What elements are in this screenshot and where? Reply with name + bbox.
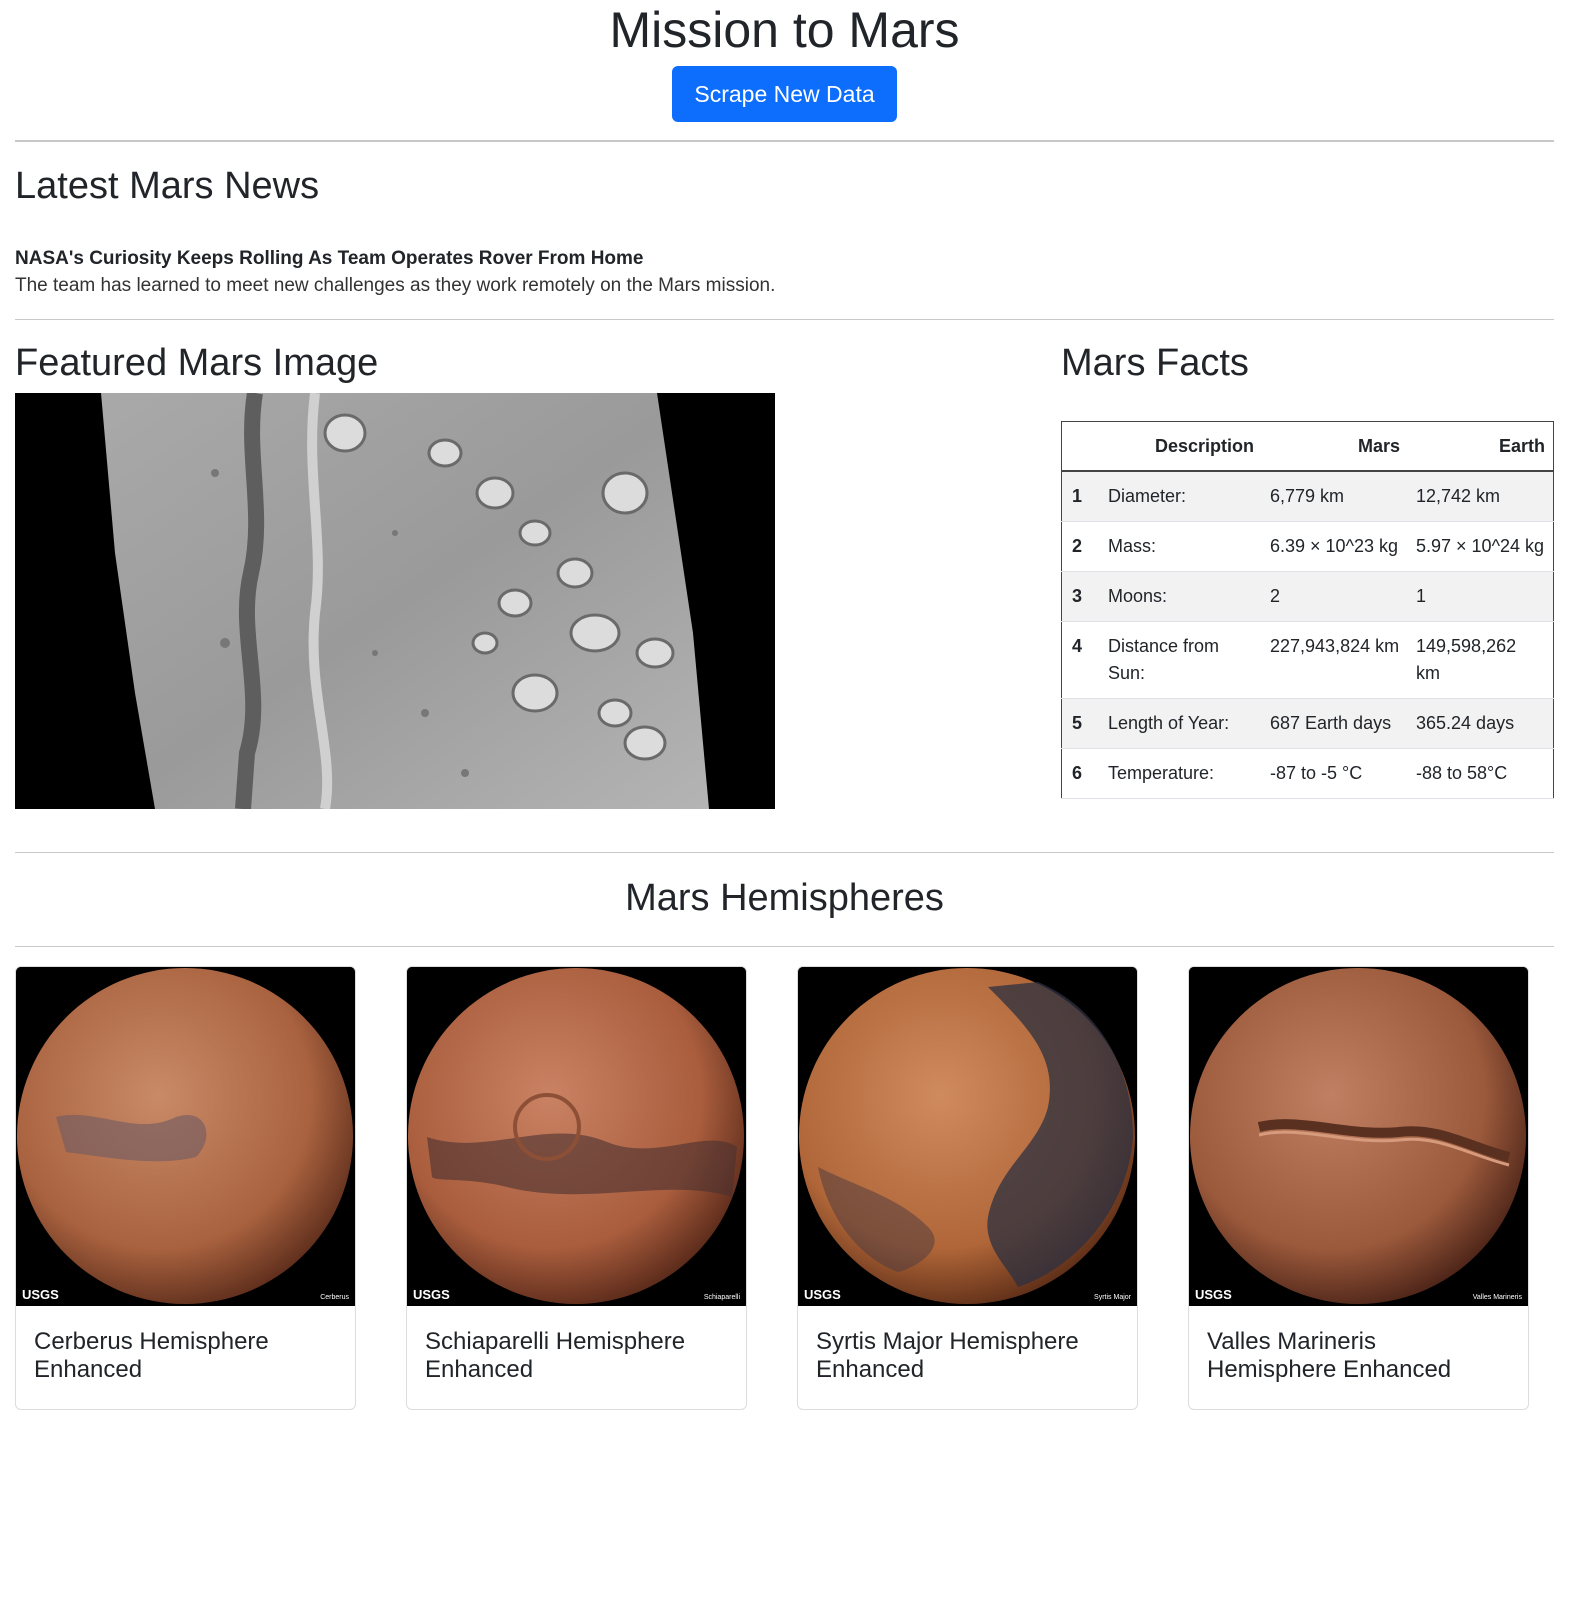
cerberus-hemisphere-image: USGS Cerberus (16, 967, 355, 1306)
divider (15, 140, 1554, 142)
news-title: NASA's Curiosity Keeps Rolling As Team O… (15, 248, 644, 269)
row-description: Mass: (1100, 521, 1262, 572)
row-index: 2 (1061, 521, 1100, 572)
divider (15, 946, 1554, 947)
mars-hemispheres-heading: Mars Hemispheres (625, 877, 944, 919)
hemisphere-image-label: Schiaparelli (704, 1294, 741, 1301)
table-row: 5 Length of Year: 687 Earth days 365.24 … (1061, 698, 1554, 749)
index-header (1061, 421, 1100, 472)
scrape-new-data-button[interactable]: Scrape New Data (672, 66, 897, 122)
syrtis-major-hemisphere-image: USGS Syrtis Major (798, 967, 1137, 1306)
featured-mars-image (15, 393, 775, 809)
table-row: 6 Temperature: -87 to -5 °C -88 to 58°C (1061, 748, 1554, 799)
row-mars-value: 6.39 × 10^23 kg (1262, 521, 1408, 572)
row-index: 3 (1061, 571, 1100, 622)
hemisphere-title[interactable]: Syrtis Major Hemisphere Enhanced (816, 1328, 1119, 1384)
row-mars-value: 2 (1262, 571, 1408, 622)
hemisphere-image-label: Valles Marineris (1473, 1294, 1523, 1301)
row-earth-value: 5.97 × 10^24 kg (1408, 521, 1554, 572)
divider (15, 319, 1554, 320)
row-description: Length of Year: (1100, 698, 1262, 749)
page-title: Mission to Mars (609, 2, 960, 58)
row-mars-value: 6,779 km (1262, 471, 1408, 522)
hemisphere-image-label: Syrtis Major (1094, 1294, 1132, 1301)
row-mars-value: 687 Earth days (1262, 698, 1408, 749)
row-index: 1 (1061, 471, 1100, 522)
row-earth-value: 149,598,262 km (1408, 621, 1554, 699)
row-description: Moons: (1100, 571, 1262, 622)
divider (15, 852, 1554, 853)
hemisphere-card-valles-marineris[interactable]: USGS Valles Marineris Valles Marineris H… (1188, 966, 1529, 1410)
table-header-row: Description Mars Earth (1061, 421, 1554, 472)
hemisphere-title[interactable]: Cerberus Hemisphere Enhanced (34, 1328, 337, 1384)
valles-marineris-hemisphere-image: USGS Valles Marineris (1189, 967, 1528, 1306)
news-teaser: The team has learned to meet new challen… (15, 275, 776, 296)
hemisphere-title[interactable]: Valles Marineris Hemisphere Enhanced (1207, 1328, 1510, 1384)
table-row: 3 Moons: 2 1 (1061, 571, 1554, 622)
usgs-watermark: USGS (413, 1287, 450, 1302)
hemisphere-image-label: Cerberus (320, 1294, 349, 1301)
row-earth-value: 1 (1408, 571, 1554, 622)
usgs-watermark: USGS (1195, 1287, 1232, 1302)
news-heading: Latest Mars News (15, 165, 320, 207)
row-earth-value: 365.24 days (1408, 698, 1554, 749)
table-row: 4 Distance from Sun: 227,943,824 km 149,… (1061, 621, 1554, 699)
column-header-description: Description (1100, 421, 1262, 472)
usgs-watermark: USGS (804, 1287, 841, 1302)
row-index: 4 (1061, 621, 1100, 699)
row-description: Distance from Sun: (1100, 621, 1262, 699)
usgs-watermark: USGS (22, 1287, 59, 1302)
row-index: 6 (1061, 748, 1100, 799)
row-mars-value: -87 to -5 °C (1262, 748, 1408, 799)
mars-facts-heading: Mars Facts (1061, 342, 1249, 384)
row-mars-value: 227,943,824 km (1262, 621, 1408, 699)
hemisphere-card-cerberus[interactable]: USGS Cerberus Cerberus Hemisphere Enhanc… (15, 966, 356, 1410)
row-earth-value: 12,742 km (1408, 471, 1554, 522)
row-description: Temperature: (1100, 748, 1262, 799)
hemisphere-title[interactable]: Schiaparelli Hemisphere Enhanced (425, 1328, 728, 1384)
table-row: 1 Diameter: 6,779 km 12,742 km (1061, 471, 1554, 522)
hemisphere-card-schiaparelli[interactable]: USGS Schiaparelli Schiaparelli Hemispher… (406, 966, 747, 1410)
hemisphere-card-syrtis-major[interactable]: USGS Syrtis Major Syrtis Major Hemispher… (797, 966, 1138, 1410)
table-row: 2 Mass: 6.39 × 10^23 kg 5.97 × 10^24 kg (1061, 521, 1554, 572)
row-description: Diameter: (1100, 471, 1262, 522)
row-index: 5 (1061, 698, 1100, 749)
page-container: Mission to Mars Scrape New Data Latest M… (15, 0, 1554, 1410)
mars-facts-table: Description Mars Earth 1 Diameter: 6,779… (1061, 421, 1554, 799)
column-header-earth: Earth (1408, 421, 1554, 472)
column-header-mars: Mars (1262, 421, 1408, 472)
featured-image-graphic (15, 393, 775, 809)
row-earth-value: -88 to 58°C (1408, 748, 1554, 799)
schiaparelli-hemisphere-image: USGS Schiaparelli (407, 967, 746, 1306)
featured-image-heading: Featured Mars Image (15, 342, 379, 384)
